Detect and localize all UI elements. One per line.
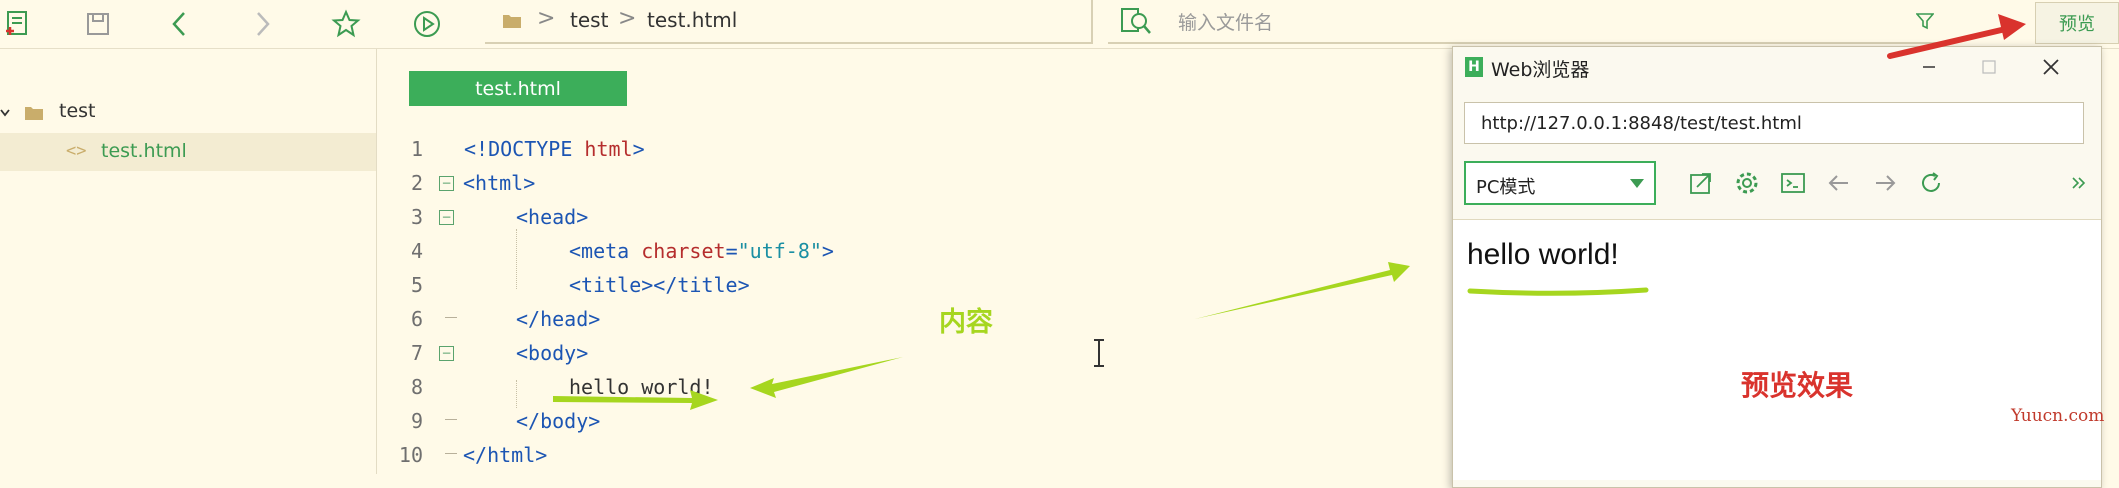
run-icon[interactable] (409, 6, 445, 42)
address-bar[interactable]: http://127.0.0.1:8848/test/test.html (1464, 102, 2084, 144)
toolbar: > test > test.html 输入文件名 预览 (0, 0, 2119, 49)
code-line: 10 </html> (377, 437, 1377, 471)
breadcrumb-item-test[interactable]: test (570, 8, 608, 32)
forward-icon[interactable] (1865, 163, 1905, 203)
new-file-icon[interactable] (0, 6, 36, 42)
text-cursor-icon (1094, 339, 1104, 367)
code-line: 8 hello world! (377, 369, 1377, 403)
line-number: 9 (410, 409, 423, 433)
tree-item-folder-test[interactable]: test (0, 93, 376, 131)
device-mode-select[interactable]: PC模式 (1464, 161, 1656, 205)
chevron-down-icon (1630, 179, 1644, 188)
gear-icon[interactable] (1727, 163, 1767, 203)
code-text-content: hello world! (569, 375, 714, 399)
watermark: Yuucn.com (2011, 406, 2105, 426)
save-icon[interactable] (80, 6, 116, 42)
browser-title: Web浏览器 (1491, 59, 1590, 81)
back-icon[interactable] (1819, 163, 1859, 203)
annotation-preview-effect: 预览效果 (1741, 369, 1854, 402)
line-number: 7 (410, 341, 423, 365)
code-line: 5 <title></title> (377, 267, 1377, 301)
code-line: 4 <meta charset="utf-8"> (377, 233, 1377, 267)
breadcrumb-item-file[interactable]: test.html (647, 8, 737, 32)
project-explorer: test <> test.html (0, 49, 377, 474)
forward-icon[interactable] (244, 6, 280, 42)
line-number: 4 (410, 239, 423, 263)
tree-item-label: test.html (101, 140, 187, 162)
chevron-down-icon[interactable] (0, 106, 10, 118)
console-icon[interactable] (1773, 163, 1813, 203)
search-input[interactable]: 输入文件名 (1178, 8, 1273, 35)
line-number: 8 (410, 375, 423, 399)
minimize-icon[interactable] (1909, 51, 1949, 83)
code-line: 3 − <head> (377, 199, 1377, 233)
folder-icon (503, 15, 521, 28)
tree-item-label: test (59, 100, 96, 122)
line-number: 10 (398, 443, 423, 467)
code-line: 1 <!DOCTYPE html> (377, 131, 1377, 165)
code-line: 2 − <html> (377, 165, 1377, 199)
line-number: 6 (410, 307, 423, 331)
device-mode-value: PC模式 (1476, 177, 1536, 198)
maximize-icon[interactable] (1969, 51, 2009, 83)
open-external-icon[interactable] (1681, 163, 1721, 203)
line-number: 3 (410, 205, 423, 229)
annotation-content-label: 内容 (939, 307, 993, 338)
breadcrumb-separator: > (537, 6, 556, 31)
back-icon[interactable] (162, 6, 198, 42)
fold-toggle-icon[interactable]: − (439, 176, 454, 191)
tree-item-file-test-html[interactable]: <> test.html (0, 133, 376, 171)
tab-test-html[interactable]: test.html (409, 71, 627, 106)
search-box[interactable]: 输入文件名 (1108, 0, 1948, 44)
preview-text: hello world! (1467, 238, 1619, 271)
search-icon (1121, 8, 1151, 34)
hbuilder-logo-icon: H (1465, 57, 1483, 77)
line-number: 1 (410, 137, 423, 161)
html-file-icon: <> (66, 141, 87, 161)
fold-toggle-icon[interactable]: − (439, 346, 454, 361)
web-browser-panel: H Web浏览器 http://127.0.0.1:8848/test/test… (1452, 46, 2102, 488)
refresh-icon[interactable] (1911, 163, 1951, 203)
page-preview[interactable]: hello world! 预览效果 (1453, 220, 2101, 480)
filter-icon[interactable] (1916, 12, 1934, 30)
fold-toggle-icon[interactable]: − (439, 210, 454, 225)
more-chevron-icon[interactable] (2059, 163, 2099, 203)
line-number: 5 (410, 273, 423, 297)
preview-button[interactable]: 预览 (2035, 2, 2119, 44)
code-line: 6 </head> (377, 301, 1377, 335)
code-line: 7 − <body> (377, 335, 1377, 369)
close-icon[interactable] (2031, 51, 2071, 83)
code-editor[interactable]: test.html 1 <!DOCTYPE html> 2 − <html> 3… (377, 49, 1452, 474)
line-number: 2 (410, 171, 423, 195)
code-line: 9 </body> (377, 403, 1377, 437)
breadcrumb-separator: > (618, 6, 637, 31)
favorite-icon[interactable] (328, 6, 364, 42)
breadcrumb: > test > test.html (485, 0, 1093, 44)
folder-icon (25, 107, 43, 120)
